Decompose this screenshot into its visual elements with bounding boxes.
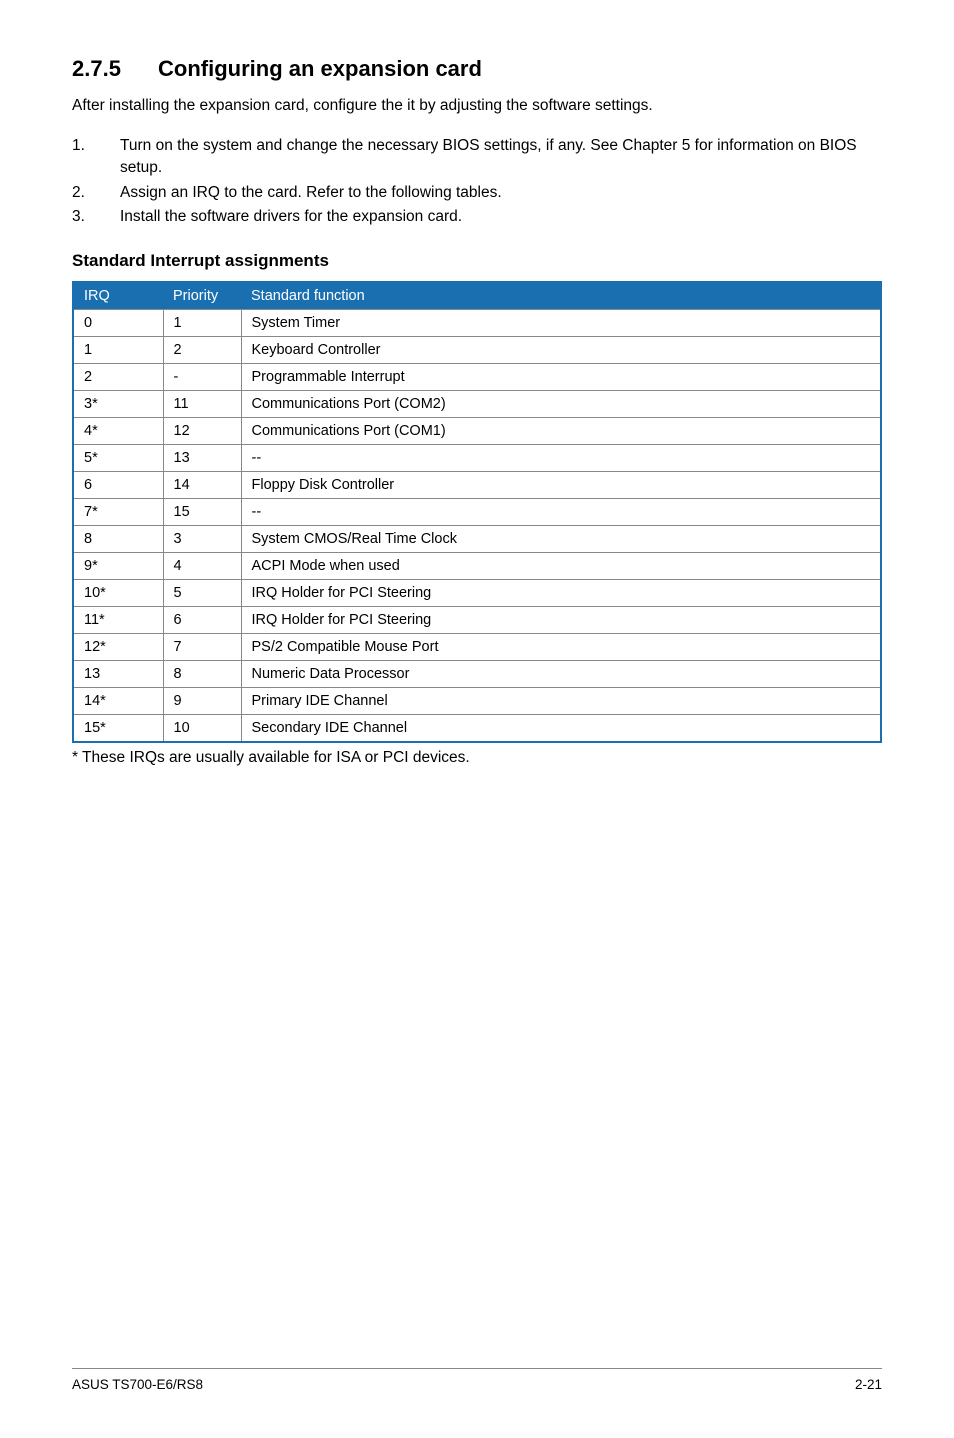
cell-priority: 11 bbox=[163, 390, 241, 417]
table-row: 3*11Communications Port (COM2) bbox=[73, 390, 881, 417]
footer-right: 2-21 bbox=[855, 1377, 882, 1392]
list-text: Turn on the system and change the necess… bbox=[120, 137, 857, 176]
table-row: 83System CMOS/Real Time Clock bbox=[73, 525, 881, 552]
table-row: 12Keyboard Controller bbox=[73, 336, 881, 363]
cell-func: IRQ Holder for PCI Steering bbox=[241, 606, 881, 633]
table-row: 9*4ACPI Mode when used bbox=[73, 552, 881, 579]
list-number: 1. bbox=[72, 135, 85, 157]
cell-func: -- bbox=[241, 444, 881, 471]
cell-func: System Timer bbox=[241, 309, 881, 336]
cell-irq: 14* bbox=[73, 687, 163, 714]
list-text: Install the software drivers for the exp… bbox=[120, 208, 462, 225]
cell-func: PS/2 Compatible Mouse Port bbox=[241, 633, 881, 660]
table-row: 7*15-- bbox=[73, 498, 881, 525]
cell-irq: 7* bbox=[73, 498, 163, 525]
footnote: * These IRQs are usually available for I… bbox=[72, 749, 882, 767]
table-row: 01System Timer bbox=[73, 309, 881, 336]
cell-func: IRQ Holder for PCI Steering bbox=[241, 579, 881, 606]
cell-irq: 9* bbox=[73, 552, 163, 579]
table-row: 614Floppy Disk Controller bbox=[73, 471, 881, 498]
section-number: 2.7.5 bbox=[72, 56, 158, 82]
list-number: 2. bbox=[72, 182, 85, 204]
cell-priority: 8 bbox=[163, 660, 241, 687]
cell-irq: 5* bbox=[73, 444, 163, 471]
cell-func: Numeric Data Processor bbox=[241, 660, 881, 687]
cell-priority: 5 bbox=[163, 579, 241, 606]
footer-left: ASUS TS700-E6/RS8 bbox=[72, 1377, 203, 1392]
cell-irq: 3* bbox=[73, 390, 163, 417]
cell-irq: 10* bbox=[73, 579, 163, 606]
table-row: 5*13-- bbox=[73, 444, 881, 471]
cell-func: Primary IDE Channel bbox=[241, 687, 881, 714]
cell-irq: 13 bbox=[73, 660, 163, 687]
cell-irq: 2 bbox=[73, 363, 163, 390]
list-item: 2. Assign an IRQ to the card. Refer to th… bbox=[72, 182, 882, 204]
steps-list: 1. Turn on the system and change the nece… bbox=[72, 135, 882, 229]
irq-table: IRQ Priority Standard function 01System … bbox=[72, 281, 882, 743]
cell-priority: 9 bbox=[163, 687, 241, 714]
cell-irq: 0 bbox=[73, 309, 163, 336]
cell-func: System CMOS/Real Time Clock bbox=[241, 525, 881, 552]
cell-func: Floppy Disk Controller bbox=[241, 471, 881, 498]
section-title: Configuring an expansion card bbox=[158, 56, 482, 81]
cell-priority: 1 bbox=[163, 309, 241, 336]
list-text: Assign an IRQ to the card. Refer to the … bbox=[120, 184, 502, 201]
table-row: 10*5IRQ Holder for PCI Steering bbox=[73, 579, 881, 606]
cell-func: Communications Port (COM1) bbox=[241, 417, 881, 444]
section-heading: 2.7.5Configuring an expansion card bbox=[72, 56, 882, 82]
table-row: 11*6IRQ Holder for PCI Steering bbox=[73, 606, 881, 633]
cell-priority: 4 bbox=[163, 552, 241, 579]
cell-irq: 4* bbox=[73, 417, 163, 444]
table-header-row: IRQ Priority Standard function bbox=[73, 282, 881, 310]
intro-paragraph: After installing the expansion card, con… bbox=[72, 96, 882, 117]
cell-func: -- bbox=[241, 498, 881, 525]
cell-irq: 11* bbox=[73, 606, 163, 633]
table-row: 14*9Primary IDE Channel bbox=[73, 687, 881, 714]
cell-priority: 6 bbox=[163, 606, 241, 633]
page-footer: ASUS TS700-E6/RS8 2-21 bbox=[72, 1368, 882, 1392]
cell-priority: 13 bbox=[163, 444, 241, 471]
cell-priority: 2 bbox=[163, 336, 241, 363]
table-row: 138Numeric Data Processor bbox=[73, 660, 881, 687]
cell-priority: 15 bbox=[163, 498, 241, 525]
cell-priority: - bbox=[163, 363, 241, 390]
cell-irq: 1 bbox=[73, 336, 163, 363]
cell-irq: 15* bbox=[73, 714, 163, 742]
cell-func: Secondary IDE Channel bbox=[241, 714, 881, 742]
cell-func: Communications Port (COM2) bbox=[241, 390, 881, 417]
list-item: 3. Install the software drivers for the e… bbox=[72, 206, 882, 228]
table-row: 2-Programmable Interrupt bbox=[73, 363, 881, 390]
list-item: 1. Turn on the system and change the nece… bbox=[72, 135, 882, 180]
table-row: 12*7PS/2 Compatible Mouse Port bbox=[73, 633, 881, 660]
header-priority: Priority bbox=[163, 282, 241, 310]
cell-priority: 3 bbox=[163, 525, 241, 552]
cell-irq: 6 bbox=[73, 471, 163, 498]
cell-priority: 12 bbox=[163, 417, 241, 444]
header-irq: IRQ bbox=[73, 282, 163, 310]
cell-func: ACPI Mode when used bbox=[241, 552, 881, 579]
cell-priority: 10 bbox=[163, 714, 241, 742]
table-heading: Standard Interrupt assignments bbox=[72, 251, 882, 271]
cell-func: Keyboard Controller bbox=[241, 336, 881, 363]
cell-irq: 8 bbox=[73, 525, 163, 552]
table-row: 15*10Secondary IDE Channel bbox=[73, 714, 881, 742]
cell-priority: 14 bbox=[163, 471, 241, 498]
cell-func: Programmable Interrupt bbox=[241, 363, 881, 390]
table-row: 4*12Communications Port (COM1) bbox=[73, 417, 881, 444]
table-body: 01System Timer12Keyboard Controller2-Pro… bbox=[73, 309, 881, 742]
list-number: 3. bbox=[72, 206, 85, 228]
cell-irq: 12* bbox=[73, 633, 163, 660]
header-function: Standard function bbox=[241, 282, 881, 310]
cell-priority: 7 bbox=[163, 633, 241, 660]
